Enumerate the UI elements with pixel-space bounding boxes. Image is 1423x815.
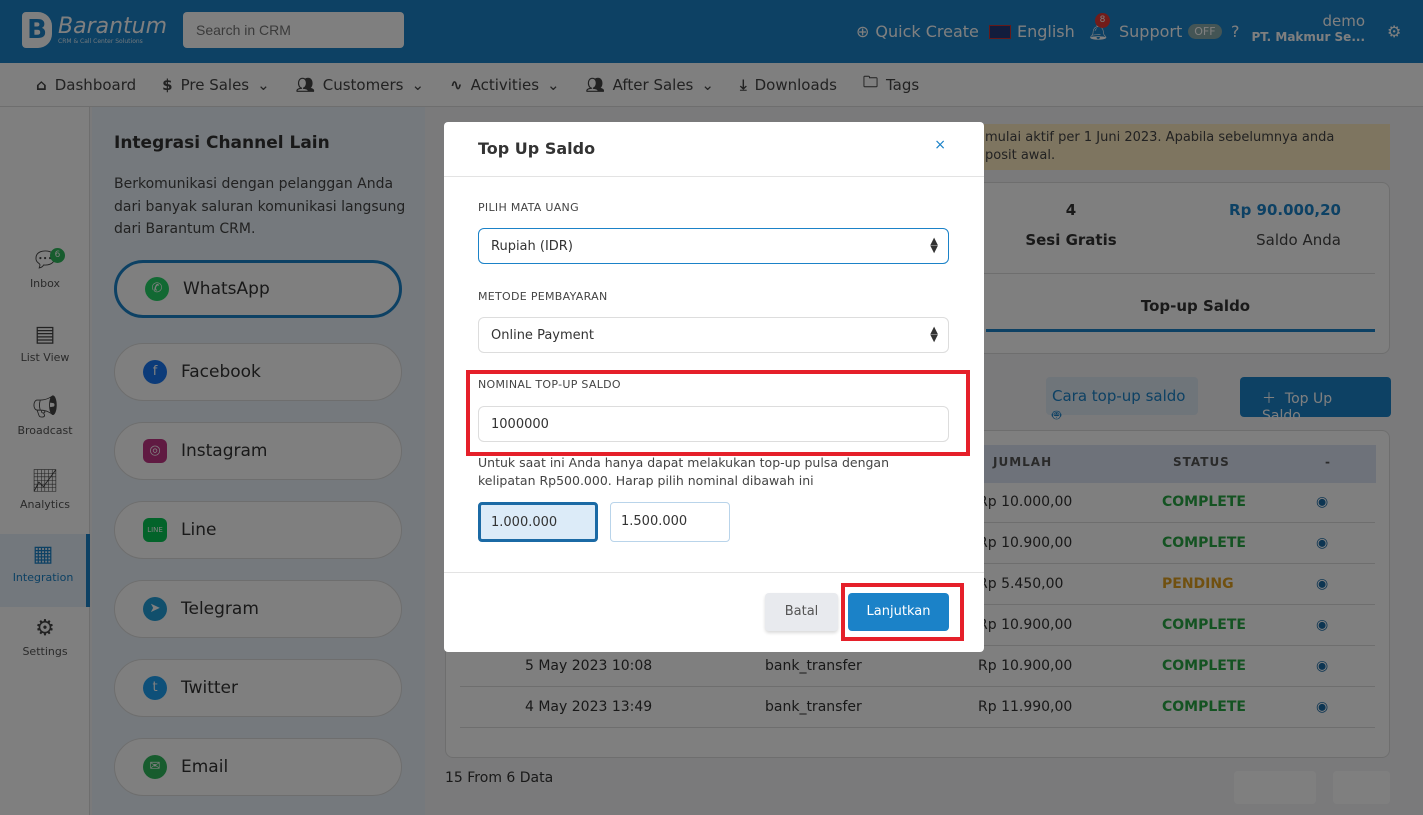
method-value: Online Payment xyxy=(491,328,594,343)
highlight-submit xyxy=(841,583,964,641)
cancel-label: Batal xyxy=(784,604,819,619)
close-icon[interactable]: × xyxy=(934,137,946,153)
option-label: 1.000.000 xyxy=(491,515,558,530)
option-label: 1.500.000 xyxy=(621,514,688,529)
option-1500000[interactable]: 1.500.000 xyxy=(610,502,730,542)
modal-title: Top Up Saldo xyxy=(478,139,596,158)
amount-note: Untuk saat ini Anda hanya dapat melakuka… xyxy=(478,455,890,488)
currency-select[interactable]: Rupiah (IDR) ▲ ▼ xyxy=(478,228,949,264)
method-label: METODE PEMBAYARAN xyxy=(478,290,608,303)
cancel-button[interactable]: Batal xyxy=(765,593,838,631)
highlight-amount xyxy=(466,370,970,456)
currency-label: PILIH MATA UANG xyxy=(478,201,579,214)
option-1000000[interactable]: 1.000.000 xyxy=(478,502,598,542)
select-arrows-icon: ▲ ▼ xyxy=(930,236,938,255)
currency-value: Rupiah (IDR) xyxy=(491,239,573,254)
payment-method-select[interactable]: Online Payment ▲ ▼ xyxy=(478,317,949,353)
select-arrows-icon: ▲ ▼ xyxy=(930,325,938,344)
